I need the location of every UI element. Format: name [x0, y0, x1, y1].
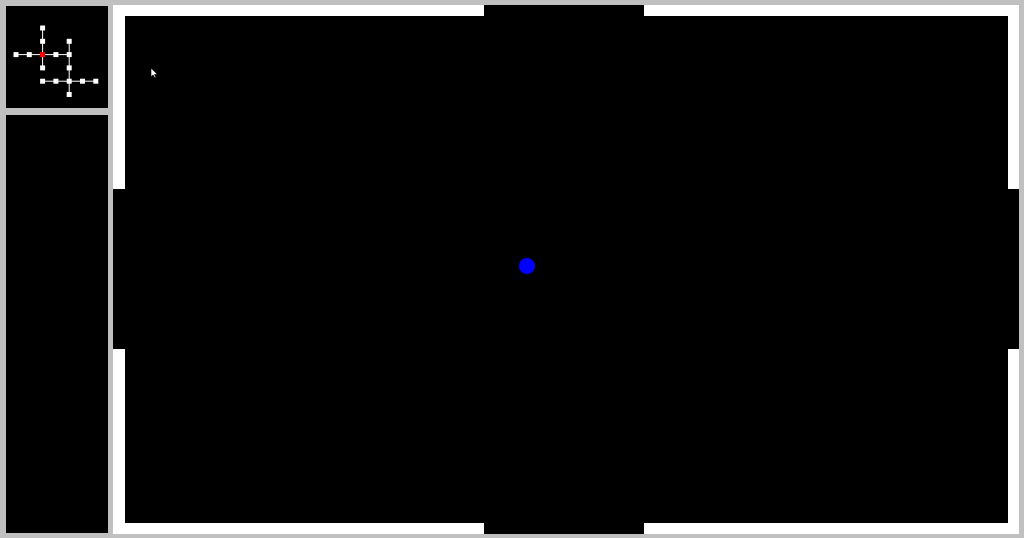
wall-bottom-right — [644, 523, 1019, 534]
room-view[interactable] — [113, 5, 1019, 534]
minimap-room — [53, 52, 59, 58]
wall-top-right — [644, 5, 1019, 16]
mouse-cursor-icon — [151, 68, 159, 79]
minimap-current-room — [40, 52, 46, 58]
game-frame — [0, 0, 1024, 538]
minimap-room — [66, 65, 72, 71]
minimap-room — [66, 92, 72, 97]
minimap-room — [66, 52, 72, 58]
wall-right-top — [1008, 5, 1019, 189]
minimap-room — [80, 78, 85, 84]
wall-left-top — [113, 5, 125, 189]
minimap-room — [53, 78, 59, 84]
wall-right-bottom — [1008, 349, 1019, 534]
minimap-room — [26, 52, 32, 58]
door-right[interactable] — [1008, 189, 1019, 349]
minimap-panel — [6, 6, 108, 108]
door-bottom[interactable] — [484, 523, 644, 534]
minimap — [13, 25, 99, 97]
minimap-room — [40, 25, 46, 31]
minimap-room — [93, 78, 99, 84]
door-left[interactable] — [113, 189, 125, 349]
room-floor — [125, 16, 1008, 523]
wall-top-left — [113, 5, 484, 16]
minimap-room — [66, 38, 72, 44]
minimap-room — [66, 78, 72, 84]
inventory-panel — [6, 115, 108, 533]
minimap-room — [40, 78, 46, 84]
minimap-room — [40, 65, 46, 71]
minimap-room — [13, 52, 19, 58]
door-top[interactable] — [484, 5, 644, 16]
wall-left-bottom — [113, 349, 125, 534]
player-dot-icon — [519, 258, 535, 274]
wall-bottom-left — [113, 523, 484, 534]
minimap-room — [40, 38, 46, 44]
